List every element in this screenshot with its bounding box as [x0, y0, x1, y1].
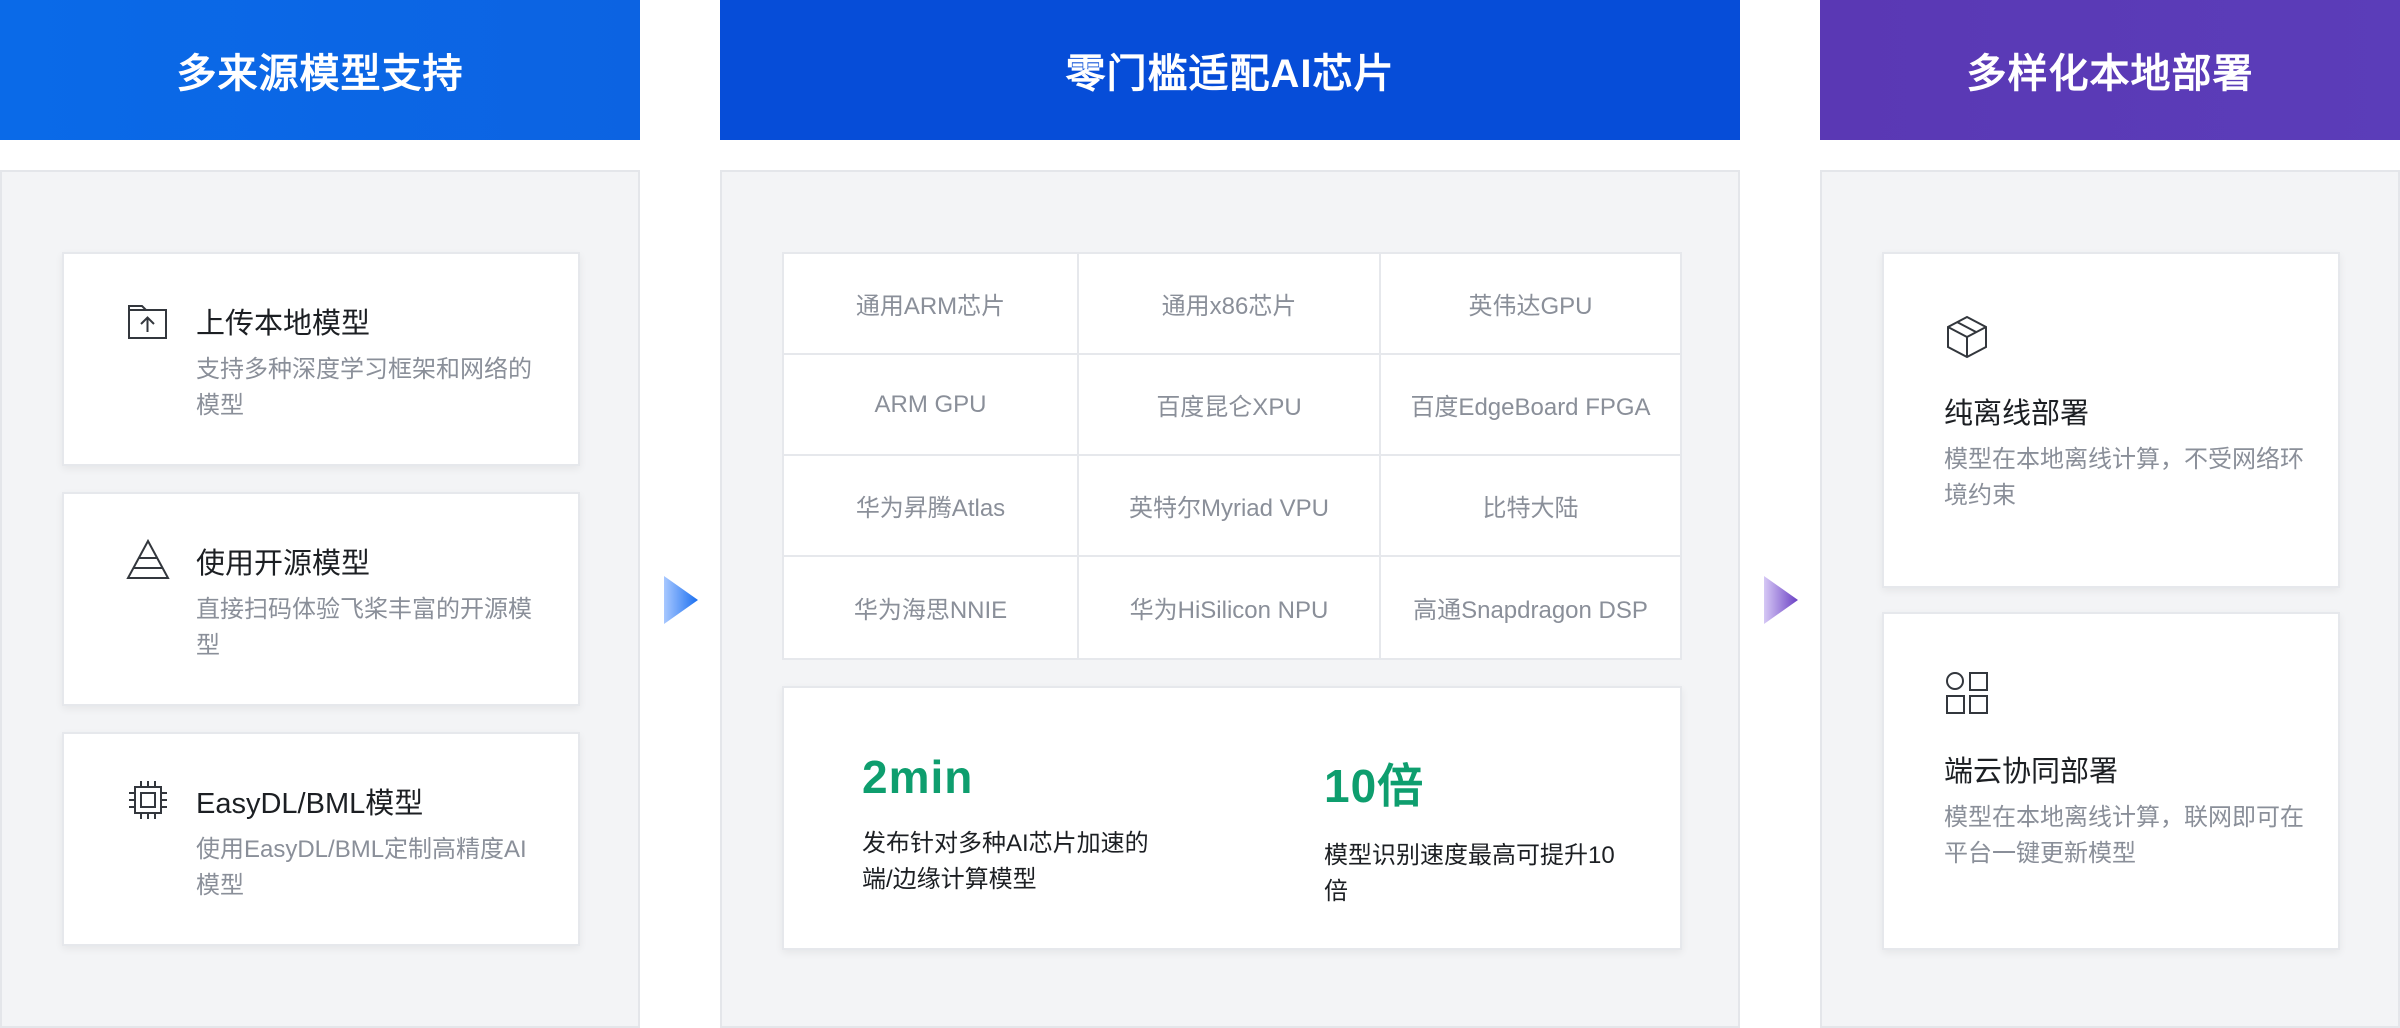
chip-cell: 通用x86芯片	[1079, 254, 1381, 355]
card-description: 支持多种深度学习框架和网络的模型	[196, 356, 532, 419]
card-title: 端云协同部署	[1944, 756, 2119, 788]
chip-cell: 高通Snapdragon DSP	[1413, 597, 1648, 624]
chip-cell: 华为海思NNIE	[784, 557, 1079, 658]
card-title: EasyDL/BML模型	[196, 788, 424, 820]
card-title: 使用开源模型	[196, 548, 371, 580]
flow-arrow-icon	[664, 576, 698, 624]
chip-support-table: 通用ARM芯片 通用x86芯片 英伟达GPU ARM GPU 百度昆仑XPU 百…	[782, 252, 1682, 660]
local-deploy-column: 多样化本地部署 纯离线部署 模型在本地离线计算，不受网络环境约束 端云协同部署 …	[1820, 0, 2400, 1028]
stat-publish-time: 2min 发布针对多种AI芯片加速的端/边缘计算模型	[862, 750, 1162, 898]
stat-speedup: 10倍 模型识别速度最高可提升10倍	[1324, 750, 1624, 910]
chip-cell: 华为昇腾Atlas	[784, 456, 1079, 557]
grid-apps-icon	[1944, 670, 1990, 716]
open-source-model-card[interactable]: 使用开源模型 直接扫码体验飞桨丰富的开源模型	[62, 492, 580, 706]
chip-cell: 华为HiSilicon NPU	[1079, 557, 1381, 658]
flow-arrow-icon	[1764, 576, 1798, 624]
stat-description: 发布针对多种AI芯片加速的端/边缘计算模型	[862, 830, 1149, 893]
chip-cell: 通用ARM芯片	[784, 254, 1079, 355]
chip-cell: ARM GPU	[784, 355, 1079, 456]
local-deploy-panel: 纯离线部署 模型在本地离线计算，不受网络环境约束 端云协同部署 模型在本地离线计…	[1820, 170, 2400, 1028]
chip-cell: 百度昆仑XPU	[1079, 355, 1381, 456]
chip-cell: 英伟达GPU	[1381, 254, 1680, 355]
card-title: 上传本地模型	[196, 308, 371, 340]
model-sources-column: 多来源模型支持 上传本地模型 支持多种深度学习框架和网络的模型 使用开源模型 直…	[0, 0, 640, 1028]
card-title: 纯离线部署	[1944, 398, 2090, 430]
pyramid-layers-icon	[126, 538, 170, 582]
ai-chip-panel: 通用ARM芯片 通用x86芯片 英伟达GPU ARM GPU 百度昆仑XPU 百…	[720, 170, 1740, 1028]
ai-chip-column: 零门槛适配AI芯片 通用ARM芯片 通用x86芯片 英伟达GPU ARM GPU…	[720, 0, 1740, 1028]
folder-upload-icon	[126, 298, 170, 342]
offline-deploy-card[interactable]: 纯离线部署 模型在本地离线计算，不受网络环境约束	[1882, 252, 2340, 588]
performance-stats-card: 2min 发布针对多种AI芯片加速的端/边缘计算模型 10倍 模型识别速度最高可…	[782, 686, 1682, 950]
easydl-bml-model-card[interactable]: EasyDL/BML模型 使用EasyDL/BML定制高精度AI模型	[62, 732, 580, 946]
edge-cloud-deploy-card[interactable]: 端云协同部署 模型在本地离线计算，联网即可在平台一键更新模型	[1882, 612, 2340, 950]
chip-cell: 百度EdgeBoard FPGA	[1381, 355, 1680, 456]
stat-description: 模型识别速度最高可提升10倍	[1324, 842, 1615, 905]
upload-local-model-card[interactable]: 上传本地模型 支持多种深度学习框架和网络的模型	[62, 252, 580, 466]
card-description: 模型在本地离线计算，联网即可在平台一键更新模型	[1944, 804, 2304, 867]
stat-value: 10倍	[1324, 760, 1425, 812]
card-description: 使用EasyDL/BML定制高精度AI模型	[196, 836, 527, 899]
local-deploy-header: 多样化本地部署	[1820, 0, 2400, 140]
model-sources-header: 多来源模型支持	[0, 0, 640, 140]
chip-cell: 比特大陆	[1381, 456, 1680, 557]
chip-icon	[126, 778, 170, 822]
stat-value: 2min	[862, 751, 974, 803]
cube-icon	[1944, 314, 1990, 360]
chip-cell: 英特尔Myriad VPU	[1079, 456, 1381, 557]
card-description: 模型在本地离线计算，不受网络环境约束	[1944, 446, 2304, 509]
model-sources-panel: 上传本地模型 支持多种深度学习框架和网络的模型 使用开源模型 直接扫码体验飞桨丰…	[0, 170, 640, 1028]
card-description: 直接扫码体验飞桨丰富的开源模型	[196, 596, 532, 659]
ai-chip-header: 零门槛适配AI芯片	[720, 0, 1740, 140]
